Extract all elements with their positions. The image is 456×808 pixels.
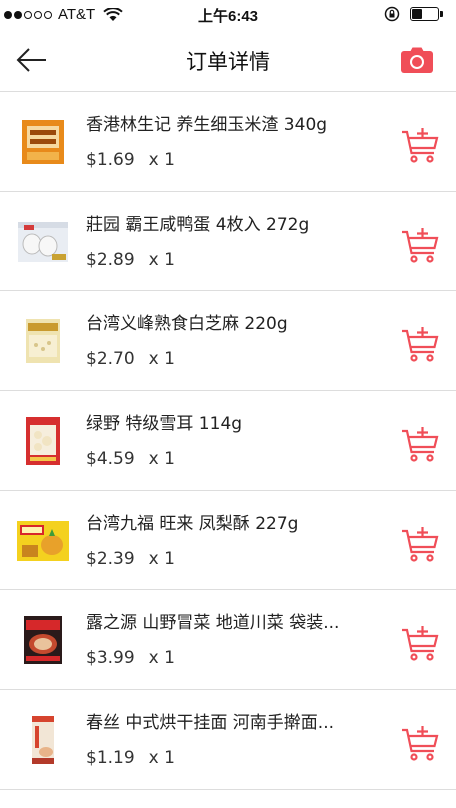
rotation-lock-icon [384, 6, 400, 22]
status-bar: AT&T 上午6:43 [0, 0, 456, 30]
product-quantity: x 1 [148, 150, 175, 170]
add-to-cart-icon [402, 526, 439, 562]
camera-button[interactable] [400, 45, 434, 75]
add-to-cart-button[interactable] [400, 226, 440, 266]
add-to-cart-button[interactable] [400, 126, 440, 166]
page-title: 订单详情 [186, 50, 270, 74]
add-to-cart-button[interactable] [400, 425, 440, 465]
product-quantity: x 1 [148, 748, 175, 769]
order-item[interactable]: 台湾九福 旺来 凤梨酥 227g $2.39 x 1 [0, 491, 456, 591]
product-price-row: $4.59 x 1 [86, 449, 175, 469]
product-quantity: x 1 [148, 449, 175, 470]
product-price-row: $3.99 x 1 [86, 648, 175, 668]
product-price-row: $2.39 x 1 [86, 549, 175, 569]
product-price: $1.19 [86, 748, 135, 769]
product-thumbnail [26, 417, 60, 466]
order-item[interactable]: 绿野 特级雪耳 114g $4.59 x 1 [0, 391, 456, 491]
add-to-cart-button[interactable] [400, 724, 440, 764]
add-to-cart-icon [402, 128, 439, 163]
product-quantity: x 1 [148, 548, 175, 569]
product-price: $3.99 [86, 648, 135, 669]
order-item[interactable]: 露之源 山野冒菜 地道川菜 袋装... $3.99 x 1 [0, 590, 456, 691]
add-to-cart-icon [402, 726, 439, 761]
product-title: 春丝 中式烘干挂面 河南手擀面... [86, 713, 335, 734]
product-title: 台湾九福 旺来 凤梨酥 227g [86, 513, 299, 534]
product-thumbnail [32, 716, 54, 765]
nav-bar: 订单详情 [0, 30, 456, 92]
order-item-list: 香港林生记 养生细玉米渣 340g $1.69 x 1 莊园 霸王咸鸭蛋 4枚入 … [0, 92, 456, 790]
product-title: 露之源 山野冒菜 地道川菜 袋装... [86, 613, 340, 634]
product-quantity: x 1 [148, 648, 175, 669]
product-thumbnail [26, 319, 60, 364]
product-price-row: $2.89 x 1 [86, 250, 175, 270]
add-to-cart-icon [402, 427, 439, 462]
product-price-row: $1.19 x 1 [86, 748, 175, 768]
order-item[interactable]: 香港林生记 养生细玉米渣 340g $1.69 x 1 [0, 92, 456, 192]
order-item[interactable]: 台湾义峰熟食白芝麻 220g $2.70 x 1 [0, 291, 456, 392]
product-thumbnail [17, 520, 69, 561]
product-thumbnail [18, 221, 68, 262]
order-item[interactable]: 春丝 中式烘干挂面 河南手擀面... $1.19 x 1 [0, 690, 456, 790]
product-quantity: x 1 [148, 249, 175, 270]
product-title: 莊园 霸王咸鸭蛋 4枚入 272g [86, 214, 310, 235]
add-to-cart-icon [402, 327, 439, 362]
status-right [384, 6, 444, 22]
add-to-cart-icon [402, 626, 439, 662]
product-price-row: $2.70 x 1 [86, 349, 175, 369]
product-price: $1.69 [86, 150, 135, 170]
add-to-cart-button[interactable] [400, 325, 440, 365]
product-title: 台湾义峰熟食白芝麻 220g [86, 314, 288, 335]
battery-icon [410, 7, 444, 21]
product-quantity: x 1 [148, 349, 175, 370]
product-price: $2.39 [86, 548, 135, 569]
order-item[interactable]: 莊园 霸王咸鸭蛋 4枚入 272g $2.89 x 1 [0, 192, 456, 292]
product-thumbnail [22, 120, 64, 164]
product-price: $4.59 [86, 449, 135, 470]
camera-icon [401, 47, 433, 73]
product-title: 香港林生记 养生细玉米渣 340g [86, 115, 328, 135]
add-to-cart-button[interactable] [400, 525, 440, 565]
product-thumbnail [24, 616, 62, 665]
add-to-cart-icon [402, 227, 439, 263]
product-price: $2.70 [86, 349, 135, 370]
add-to-cart-button[interactable] [400, 624, 440, 664]
product-title: 绿野 特级雪耳 114g [86, 414, 243, 435]
product-price-row: $1.69 x 1 [86, 150, 175, 170]
product-price: $2.89 [86, 249, 135, 270]
